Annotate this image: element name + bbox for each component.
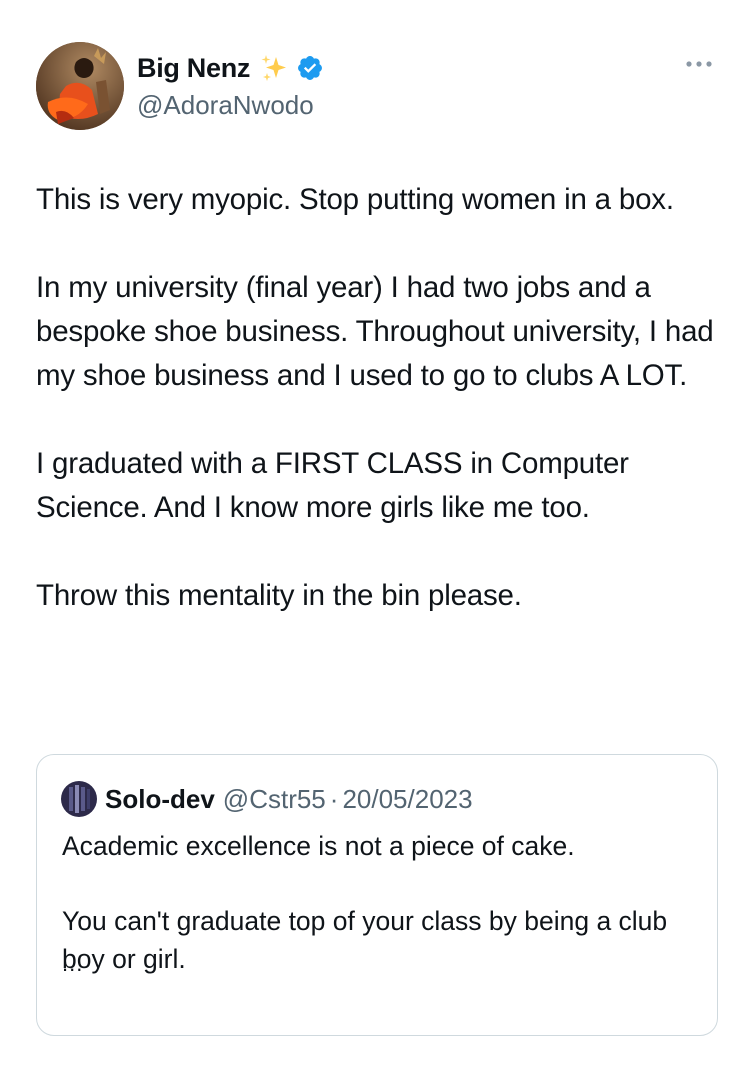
author-names: Big Nenz @AdoraNwodo	[137, 50, 324, 121]
quoted-tweet-text: Academic excellence is not a piece of ca…	[62, 827, 692, 978]
separator-dot: ·	[329, 783, 339, 814]
verified-badge-icon	[296, 54, 324, 82]
quoted-tweet-date: 20/05/2023	[342, 783, 473, 814]
quoted-paragraph: Academic excellence is not a piece of ca…	[62, 831, 575, 861]
display-name-row: Big Nenz	[137, 50, 324, 86]
quoted-author-name: Solo-dev	[105, 783, 215, 814]
tweet-header: Big Nenz @AdoraNwodo	[36, 42, 726, 132]
tweet-paragraph: In my university (final year) I had two …	[36, 271, 714, 392]
author-handle[interactable]: @AdoraNwodo	[137, 90, 324, 121]
tweet-text: This is very myopic. Stop putting women …	[36, 178, 726, 662]
quoted-paragraph: You can't graduate top of your class by …	[62, 906, 668, 974]
quoted-tweet-card[interactable]: Solo-dev @Cstr55 · 20/05/2023 Academic e…	[36, 754, 718, 1036]
tweet-paragraph: I graduated with a FIRST CLASS in Comput…	[36, 447, 629, 524]
quoted-author-handle: @Cstr55	[222, 783, 326, 814]
quoted-tweet-header: Solo-dev @Cstr55 · 20/05/2023	[61, 781, 473, 817]
more-options-icon[interactable]	[684, 56, 714, 67]
tweet-paragraph: This is very myopic. Stop putting women …	[36, 183, 674, 216]
author-avatar[interactable]	[36, 42, 124, 130]
sparkles-icon	[258, 53, 292, 83]
tweet[interactable]: Big Nenz @AdoraNwodo This is very myopic…	[0, 0, 756, 1080]
truncation-ellipsis: ...	[62, 951, 84, 976]
quoted-author-avatar	[61, 781, 97, 817]
author-display-name[interactable]: Big Nenz	[137, 53, 250, 84]
tweet-paragraph: Throw this mentality in the bin please.	[36, 579, 522, 612]
